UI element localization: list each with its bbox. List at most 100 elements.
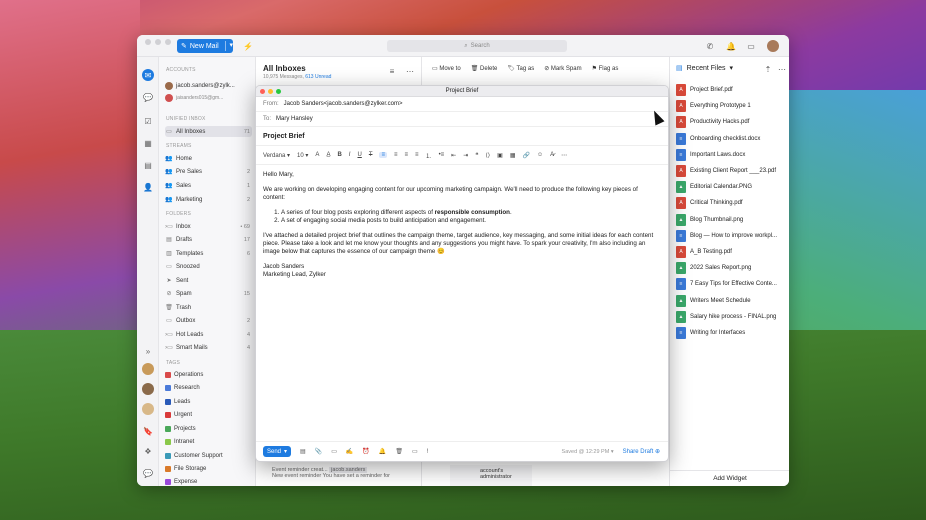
align-right-icon[interactable]: ≡ (405, 152, 409, 158)
recent-file-item[interactable]: ▲ Writers Meet Schedule (676, 294, 788, 308)
new-mail-button[interactable]: ✎ New Mail ▾ (177, 39, 233, 53)
sidebar-item-tag[interactable]: Urgent (165, 409, 252, 420)
font-family-select[interactable]: Verdana ▾ (263, 152, 290, 159)
more-icon[interactable]: ⋯ (776, 63, 788, 75)
reminder-preview[interactable]: Event reminder creat... jacob.sanders Ne… (262, 465, 412, 486)
search-bar[interactable]: ⌕ Search (387, 40, 567, 52)
to-field[interactable]: To: Mary Hansley (256, 112, 668, 127)
message-body[interactable]: Hello Mary, We are working on developing… (256, 165, 668, 285)
add-widget-button[interactable]: Add Widget (670, 470, 789, 486)
tasks-icon[interactable]: ☑ (142, 115, 154, 127)
clear-format-icon[interactable]: A̷ (550, 152, 554, 158)
delete-button[interactable]: 🗑 Delete (471, 65, 498, 72)
share-draft-button[interactable]: Share Draft ⊕ (623, 448, 668, 455)
sidebar-item-tag[interactable]: Expense (165, 476, 252, 486)
highlight-icon[interactable]: A̲ (326, 152, 330, 158)
sidebar-item-stream[interactable]: 👥 Sales 1 (165, 180, 252, 191)
sidebar-item-folder[interactable]: ▭ Snoozed (165, 261, 252, 272)
move-to-button[interactable]: ▭ Move to (432, 65, 461, 72)
recent-file-item[interactable]: ≡ Onboarding checklist.docx (676, 132, 788, 146)
sidebar-item-stream[interactable]: 👥 Marketing 2 (165, 194, 252, 205)
sidebar-item-folder[interactable]: ›▭ Hot Leads 4 (165, 329, 252, 340)
sidebar-item-tag[interactable]: Research (165, 382, 252, 393)
sidebar-item-tag[interactable]: File Storage (165, 463, 252, 474)
lightning-icon[interactable]: ⚡ (242, 40, 254, 52)
more-icon[interactable]: ⋯ (404, 65, 416, 77)
italic-icon[interactable]: I (349, 152, 351, 158)
bullet-list-icon[interactable]: •≡ (439, 152, 445, 158)
strikethrough-icon[interactable]: T (369, 152, 373, 158)
outdent-icon[interactable]: ⇤ (451, 152, 456, 159)
sidebar-item-tag[interactable]: Projects (165, 423, 252, 434)
recent-file-item[interactable]: ≡ 7 Easy Tips for Effective Conte... (676, 277, 788, 291)
link-icon[interactable]: 🔗 (523, 152, 530, 159)
user-avatar[interactable] (767, 40, 779, 52)
sidebar-item-stream[interactable]: 👥 Pre Sales 2 (165, 166, 252, 177)
schedule-icon[interactable]: ⏰ (362, 448, 369, 455)
recent-file-item[interactable]: ≡ Important Laws.docx (676, 148, 788, 162)
signature-icon[interactable]: ✍ (346, 448, 353, 455)
sidebar-item-tag[interactable]: Operations (165, 369, 252, 380)
recent-file-item[interactable]: A Project Brief.pdf (676, 83, 788, 97)
insert-file-icon[interactable]: ▭ (331, 448, 337, 455)
filter-icon[interactable]: ≡ (386, 65, 398, 77)
calendar-icon[interactable]: ▦ (142, 137, 154, 149)
send-button[interactable]: Send ▾ (263, 446, 292, 457)
template-icon[interactable]: ▤ (300, 448, 306, 455)
chat-bubble-icon[interactable]: 💬 (142, 467, 154, 479)
phone-icon[interactable]: ✆ (704, 40, 716, 52)
upload-icon[interactable]: ⇡ (762, 63, 774, 75)
bookmark-icon[interactable]: 🔖 (142, 425, 154, 437)
underline-icon[interactable]: U (357, 152, 361, 158)
discard-icon[interactable]: 🗑 (395, 448, 403, 455)
sidebar-item-tag[interactable]: Intranet (165, 436, 252, 447)
recent-file-item[interactable]: ≡ Writing for Interfaces (676, 326, 788, 340)
contact-avatar[interactable] (142, 383, 154, 395)
flag-as-button[interactable]: ⚑ Flag as (592, 65, 619, 72)
options-icon[interactable]: ▭ (412, 448, 418, 455)
compose-window-controls[interactable] (260, 89, 281, 94)
sidebar-item-folder[interactable]: ›▭ Smart Mails 4 (165, 342, 252, 353)
compose-titlebar[interactable]: Project Brief (256, 86, 668, 97)
account-item[interactable]: jacob.sanders@zylk... (165, 80, 252, 91)
sidebar-item-all-inboxes[interactable]: ▭ All Inboxes 71 (165, 126, 252, 137)
sidebar-item-folder[interactable]: ⊘ Spam 15 (165, 288, 252, 299)
mark-spam-button[interactable]: ⊘ Mark Spam (544, 65, 581, 72)
chat-icon[interactable]: 💬 (142, 91, 154, 103)
align-center-icon[interactable]: ≡ (394, 152, 398, 158)
contacts-icon[interactable]: 👤 (142, 181, 154, 193)
recent-file-item[interactable]: A Critical Thinking.pdf (676, 196, 788, 210)
font-size-select[interactable]: 10 ▾ (297, 152, 308, 159)
apps-icon[interactable]: ❖ (142, 445, 154, 457)
sidebar-item-tag[interactable]: Customer Support (165, 450, 252, 461)
recent-file-item[interactable]: ▲ Salary hike process - FINAL.png (676, 310, 788, 324)
layout-icon[interactable]: ▭ (745, 40, 757, 52)
subject-field[interactable]: Project Brief (256, 127, 668, 146)
window-controls[interactable] (145, 39, 171, 45)
bell-icon[interactable]: 🔔 (725, 40, 737, 52)
sidebar-item-folder[interactable]: ▭ Outbox 2 (165, 315, 252, 326)
indent-icon[interactable]: ⇥ (463, 152, 468, 159)
recent-file-item[interactable]: ▲ Editorial Calendar.PNG (676, 180, 788, 194)
numbered-list-icon[interactable]: ⒈ (426, 151, 432, 160)
recent-file-item[interactable]: A Existing Client Report ___23.pdf (676, 164, 788, 178)
emoji-icon[interactable]: ☺ (537, 152, 543, 158)
justify-icon[interactable]: ≡ (415, 152, 419, 158)
recent-file-item[interactable]: ▲ 2022 Sales Report.png (676, 261, 788, 275)
priority-icon[interactable]: ! (427, 449, 429, 455)
tag-as-button[interactable]: 🏷 Tag as (507, 65, 534, 72)
reminder-icon[interactable]: 🔔 (379, 448, 386, 455)
recent-file-item[interactable]: A A_B Testing.pdf (676, 245, 788, 259)
contact-avatar[interactable] (142, 403, 154, 415)
code-icon[interactable]: ⟨⟩ (485, 152, 490, 159)
recent-file-item[interactable]: A Productivity Hacks.pdf (676, 115, 788, 129)
recent-file-item[interactable]: ▲ Blog Thumbnail.png (676, 213, 788, 227)
recent-files-header[interactable]: ▤ Recent Files ▾ (676, 64, 733, 73)
account-item[interactable]: jaisanders015@gm... (165, 92, 252, 103)
contact-avatar[interactable] (142, 363, 154, 375)
sidebar-item-folder[interactable]: 🗑 Trash (165, 302, 252, 313)
more-icon[interactable]: ⋯ (561, 152, 567, 159)
sidebar-item-stream[interactable]: 👥 Home (165, 153, 252, 164)
expand-icon[interactable]: » (142, 345, 154, 357)
quote-icon[interactable]: ❝ (475, 152, 478, 159)
